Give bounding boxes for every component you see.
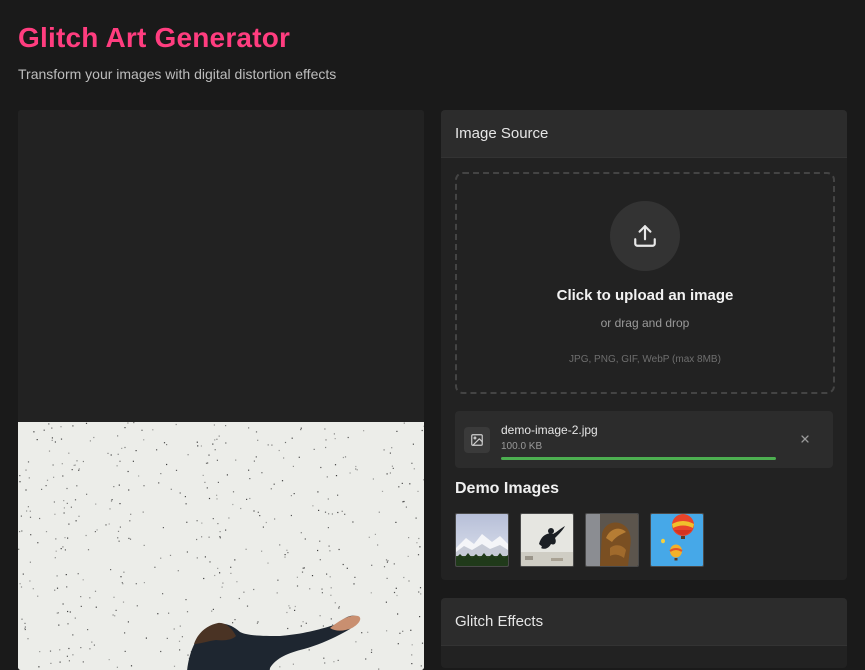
dropzone-title: Click to upload an image: [457, 287, 833, 304]
upload-dropzone[interactable]: Click to upload an image or drag and dro…: [455, 172, 835, 394]
snowy-mountains-thumbnail[interactable]: [455, 513, 509, 567]
app-subtitle: Transform your images with digital disto…: [18, 66, 336, 82]
upload-icon: [610, 201, 680, 271]
dropzone-subtitle: or drag and drop: [457, 316, 833, 330]
image-icon: [464, 427, 490, 453]
upload-progress-fill: [501, 457, 776, 460]
demo-images-title: Demo Images: [455, 480, 559, 498]
file-size: 100.0 KB: [501, 441, 542, 452]
glitch-effects-title: Glitch Effects: [455, 613, 543, 630]
bronze-sculpture-thumbnail[interactable]: [585, 513, 639, 567]
glitch-effects-header[interactable]: Glitch Effects: [441, 598, 847, 646]
image-source-header: Image Source: [441, 110, 847, 158]
jumping-person-thumbnail[interactable]: [520, 513, 574, 567]
upload-progress-bar: [501, 457, 776, 460]
image-source-title: Image Source: [455, 125, 548, 142]
app-title: Glitch Art Generator: [18, 22, 290, 54]
hot-air-balloons-thumbnail[interactable]: [650, 513, 704, 567]
glitch-effects-panel: Glitch Effects: [441, 598, 847, 668]
image-preview-panel: [18, 110, 424, 670]
uploaded-file-row: demo-image-2.jpg 100.0 KB: [455, 411, 833, 468]
preview-image: [18, 422, 424, 670]
image-source-panel: Image Source Click to upload an image or…: [441, 110, 847, 580]
preview-empty-area: [18, 110, 424, 422]
close-icon[interactable]: [795, 429, 815, 449]
dropzone-formats: JPG, PNG, GIF, WebP (max 8MB): [457, 354, 833, 365]
file-name: demo-image-2.jpg: [501, 423, 598, 437]
